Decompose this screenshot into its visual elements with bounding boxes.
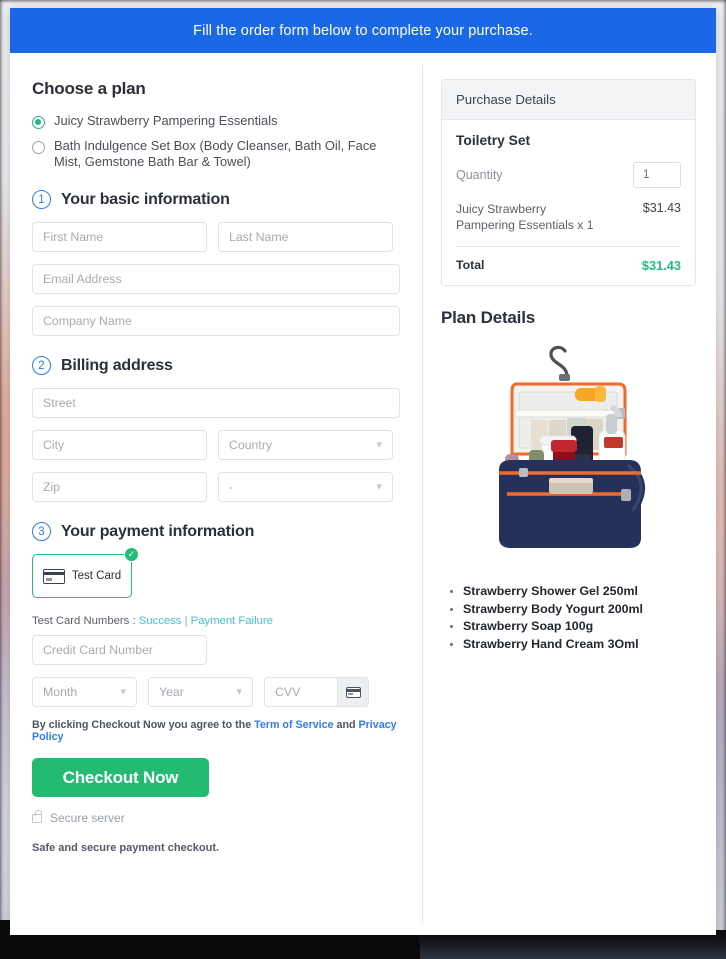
credit-card-row: Credit Card Number bbox=[32, 635, 400, 665]
safe-checkout-note: Safe and secure payment checkout. bbox=[32, 842, 220, 854]
chevron-down-icon: ▾ bbox=[376, 438, 382, 451]
page-body: Choose a plan Juicy Strawberry Pampering… bbox=[10, 53, 716, 935]
plan-details-heading: Plan Details bbox=[441, 308, 535, 327]
line-item-price: $31.43 bbox=[642, 201, 681, 215]
section-payment-information: 3 Your payment information bbox=[32, 522, 400, 541]
first-name-input[interactable]: First Name bbox=[32, 222, 207, 252]
section-basic-information: 1 Your basic information bbox=[32, 190, 400, 209]
country-select[interactable]: Country ▾ bbox=[218, 430, 393, 460]
cvv-field-group[interactable]: CVV bbox=[264, 677, 369, 707]
secure-server-label: Secure server bbox=[50, 811, 125, 825]
city-input[interactable]: City bbox=[32, 430, 207, 460]
purchase-summary-column: Purchase Details Toiletry Set Quantity 1… bbox=[423, 53, 716, 935]
zip-input[interactable]: Zip bbox=[32, 472, 207, 502]
line-item-row: Juicy Strawberry Pampering Essentials x … bbox=[456, 201, 681, 233]
lock-icon bbox=[32, 810, 42, 823]
purchase-details-body: Toiletry Set Quantity 1 Juicy Strawberry… bbox=[442, 120, 695, 285]
payment-method-label: Test Card bbox=[71, 570, 122, 582]
total-row: Total $31.43 bbox=[456, 247, 681, 273]
zip-state-row: Zip - ▾ bbox=[32, 472, 400, 502]
plan-option-1[interactable]: Juicy Strawberry Pampering Essentials bbox=[32, 113, 400, 129]
total-value: $31.43 bbox=[641, 258, 681, 273]
list-item: Strawberry Hand Cream 3Oml bbox=[463, 636, 696, 653]
terms-prefix: By clicking Checkout Now you agree to th… bbox=[32, 719, 252, 731]
top-banner-text: Fill the order form below to complete yo… bbox=[193, 22, 533, 39]
product-image-wrapper bbox=[441, 334, 696, 577]
name-row: First Name Last Name bbox=[32, 222, 400, 252]
link-separator: | bbox=[184, 615, 188, 627]
step-number-3: 3 bbox=[32, 522, 51, 541]
year-select-value: Year bbox=[159, 685, 184, 699]
line-item-name: Juicy Strawberry Pampering Essentials x … bbox=[456, 202, 594, 232]
company-row: Company Name bbox=[32, 306, 400, 336]
top-banner: Fill the order form below to complete yo… bbox=[10, 8, 716, 53]
secure-server-note: Secure server bbox=[32, 810, 400, 825]
street-row: Street bbox=[32, 388, 400, 418]
quantity-row: Quantity 1 bbox=[456, 162, 681, 188]
email-row: Email Address bbox=[32, 264, 400, 294]
credit-card-number-input[interactable]: Credit Card Number bbox=[32, 635, 207, 665]
check-circle-icon: ✓ bbox=[124, 547, 139, 562]
step-number-2: 2 bbox=[32, 356, 51, 375]
link-success[interactable]: Success bbox=[139, 615, 182, 627]
chevron-down-icon: ▾ bbox=[236, 685, 242, 698]
state-select-value: - bbox=[229, 480, 234, 494]
list-item: Strawberry Body Yogurt 200ml bbox=[463, 601, 696, 618]
toiletry-bag-image bbox=[498, 345, 645, 548]
choose-plan-heading: Choose a plan bbox=[32, 79, 146, 98]
purchase-details-card: Purchase Details Toiletry Set Quantity 1… bbox=[441, 79, 696, 286]
test-card-numbers-label: Test Card Numbers : bbox=[32, 615, 136, 627]
plan-option-2[interactable]: Bath Indulgence Set Box (Body Cleanser, … bbox=[32, 138, 400, 170]
state-select[interactable]: - ▾ bbox=[218, 472, 393, 502]
radio-icon-plan-1[interactable] bbox=[32, 116, 45, 129]
city-country-row: City Country ▾ bbox=[32, 430, 400, 460]
checkout-page: Fill the order form below to complete yo… bbox=[10, 8, 716, 935]
section-billing-title: Billing address bbox=[61, 356, 173, 374]
radio-icon-plan-2[interactable] bbox=[32, 141, 45, 154]
year-select[interactable]: Year ▾ bbox=[148, 677, 253, 707]
expiry-cvv-row: Month ▾ Year ▾ CVV bbox=[32, 677, 400, 707]
checkout-now-button[interactable]: Checkout Now bbox=[32, 758, 209, 797]
step-number-1: 1 bbox=[32, 190, 51, 209]
section-billing-address: 2 Billing address bbox=[32, 356, 400, 375]
link-term-of-service[interactable]: Term of Service bbox=[254, 719, 333, 731]
cvv-input[interactable]: CVV bbox=[265, 678, 337, 706]
quantity-input[interactable]: 1 bbox=[633, 162, 681, 188]
purchase-details-title: Purchase Details bbox=[442, 80, 695, 120]
chevron-down-icon: ▾ bbox=[376, 480, 382, 493]
list-item: Strawberry Soap 100g bbox=[463, 618, 696, 635]
company-name-input[interactable]: Company Name bbox=[32, 306, 400, 336]
email-input[interactable]: Email Address bbox=[32, 264, 400, 294]
month-select[interactable]: Month ▾ bbox=[32, 677, 137, 707]
terms-and: and bbox=[336, 719, 356, 731]
list-item: Strawberry Shower Gel 250ml bbox=[463, 583, 696, 600]
total-label: Total bbox=[456, 258, 485, 272]
link-payment-failure[interactable]: Payment Failure bbox=[191, 615, 273, 627]
section-basic-title: Your basic information bbox=[61, 190, 230, 208]
month-select-value: Month bbox=[43, 685, 78, 699]
plan-option-1-label: Juicy Strawberry Pampering Essentials bbox=[54, 113, 278, 128]
chevron-down-icon: ▾ bbox=[120, 685, 126, 698]
quantity-label: Quantity bbox=[456, 168, 503, 182]
plan-details-list: Strawberry Shower Gel 250ml Strawberry B… bbox=[441, 583, 696, 652]
payment-method-test-card[interactable]: Test Card ✓ bbox=[32, 547, 139, 598]
last-name-input[interactable]: Last Name bbox=[218, 222, 393, 252]
street-input[interactable]: Street bbox=[32, 388, 400, 418]
test-card-numbers-line: Test Card Numbers : Success | Payment Fa… bbox=[32, 615, 400, 627]
country-select-value: Country bbox=[229, 438, 273, 452]
section-payment-title: Your payment information bbox=[61, 522, 255, 540]
product-title: Toiletry Set bbox=[456, 133, 531, 148]
terms-agreement-text: By clicking Checkout Now you agree to th… bbox=[32, 719, 400, 743]
credit-card-icon bbox=[42, 568, 65, 584]
plan-option-2-label: Bath Indulgence Set Box (Body Cleanser, … bbox=[54, 138, 377, 169]
cvv-card-icon bbox=[337, 678, 368, 706]
order-form-column: Choose a plan Juicy Strawberry Pampering… bbox=[10, 53, 422, 935]
